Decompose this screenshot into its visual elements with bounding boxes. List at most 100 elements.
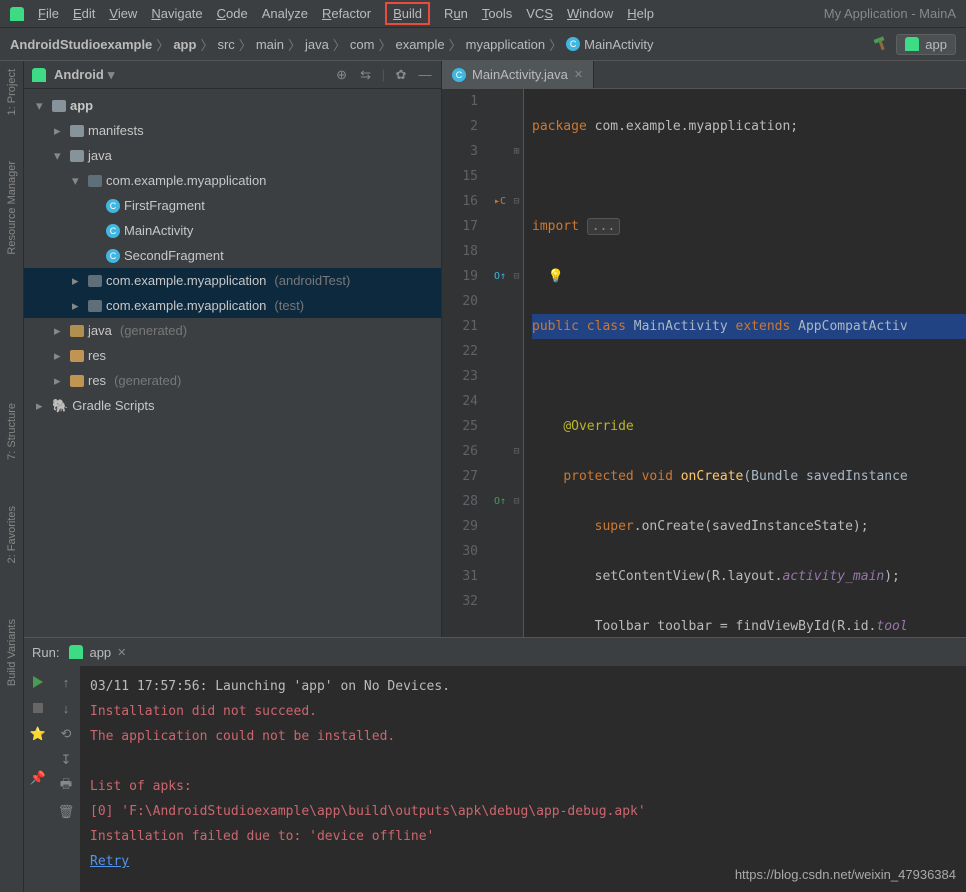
up-arrow-icon[interactable]: ↑ <box>56 672 76 692</box>
divider: | <box>382 67 385 82</box>
watermark: https://blog.csdn.net/weixin_47936384 <box>735 867 956 882</box>
tool-resource-manager[interactable]: Resource Manager <box>6 161 18 255</box>
tree-node-secondfragment[interactable]: C SecondFragment <box>24 243 441 268</box>
chevron-right-icon: 〉 <box>239 35 252 54</box>
tool-project[interactable]: 1: Project <box>6 69 18 115</box>
down-arrow-icon[interactable]: ↓ <box>56 698 76 718</box>
menu-navigate[interactable]: Navigate <box>151 6 202 21</box>
class-icon: C <box>452 68 466 82</box>
module-icon <box>52 100 66 112</box>
crumb-com[interactable]: com <box>350 37 375 52</box>
target-icon[interactable]: ⊕ <box>334 67 350 83</box>
chevron-right-icon: 〉 <box>378 35 391 54</box>
run-toolbar-secondary: ↑ ↓ ⟲ ↧ 🖶 🗑 <box>52 666 80 892</box>
menu-tools[interactable]: Tools <box>482 6 512 21</box>
console-line: 03/11 17:57:56: Launching 'app' on No De… <box>90 674 956 699</box>
soft-wrap-icon[interactable]: ⟲ <box>56 724 76 744</box>
tree-node-res[interactable]: ▸ res <box>24 343 441 368</box>
collapse-icon[interactable]: ⇆ <box>358 67 374 83</box>
minimize-icon[interactable]: — <box>417 67 433 83</box>
run-label: Run: <box>32 645 59 660</box>
folder-icon <box>70 125 84 137</box>
fold-icon[interactable]: ⊟ <box>510 489 523 514</box>
fold-icon[interactable]: ⊞ <box>510 139 523 164</box>
class-icon: C <box>106 249 120 263</box>
fold-icon[interactable]: ⊟ <box>510 439 523 464</box>
run-configuration-dropdown[interactable]: app <box>896 34 956 55</box>
retry-link[interactable]: Retry <box>90 854 129 869</box>
tree-node-app[interactable]: ▾ app <box>24 93 441 118</box>
tab-label: MainActivity.java <box>472 67 568 82</box>
expand-icon: ▾ <box>36 98 48 114</box>
console-line: [0] 'F:\AndroidStudioexample\app\build\o… <box>90 799 956 824</box>
fold-icon[interactable]: ⊟ <box>510 264 523 289</box>
expand-icon: ▸ <box>72 273 84 289</box>
crumb-example[interactable]: example <box>395 37 444 52</box>
pin-tab-icon[interactable]: 📌 <box>28 768 48 788</box>
app-title: My Application - MainA <box>824 6 956 21</box>
close-icon[interactable]: ✕ <box>574 68 583 81</box>
crumb-myapplication[interactable]: myapplication <box>466 37 546 52</box>
build-hammer-icon[interactable] <box>872 36 888 52</box>
menu-window[interactable]: Window <box>567 6 613 21</box>
menu-code[interactable]: Code <box>217 6 248 21</box>
override-marker-icon[interactable]: O↑ <box>490 264 510 289</box>
crumb-app[interactable]: app <box>173 37 196 52</box>
tree-node-mainactivity[interactable]: C MainActivity <box>24 218 441 243</box>
android-icon <box>905 37 919 51</box>
close-icon[interactable]: ✕ <box>117 646 126 659</box>
tree-node-pkg-test[interactable]: ▸ com.example.myapplication (test) <box>24 293 441 318</box>
scroll-to-end-icon[interactable]: ↧ <box>56 750 76 770</box>
expand-icon: ▸ <box>36 398 48 414</box>
expand-icon: ▸ <box>72 298 84 314</box>
menu-edit[interactable]: Edit <box>73 6 95 21</box>
run-tab-app[interactable]: app ✕ <box>69 645 126 660</box>
clear-icon[interactable]: 🗑 <box>56 802 76 822</box>
package-icon <box>88 175 102 187</box>
run-toolbar-primary: ⭐ 📌 <box>24 666 52 892</box>
crumb-java[interactable]: java <box>305 37 329 52</box>
menu-view[interactable]: View <box>109 6 137 21</box>
gear-icon[interactable]: ✿ <box>393 67 409 83</box>
tree-node-res-gen[interactable]: ▸ res (generated) <box>24 368 441 393</box>
tool-structure[interactable]: 7: Structure <box>6 403 18 460</box>
line-number-gutter: 123151617181920212223242526272829303132 <box>442 89 490 637</box>
code-text[interactable]: package com.example.myapplication; impor… <box>524 89 966 637</box>
tree-node-manifests[interactable]: ▸ manifests <box>24 118 441 143</box>
menu-build[interactable]: Build <box>385 2 430 25</box>
tree-node-gradle-scripts[interactable]: ▸ 🐘 Gradle Scripts <box>24 393 441 418</box>
stop-button[interactable] <box>28 698 48 718</box>
menu-refactor[interactable]: Refactor <box>322 6 371 21</box>
tool-favorites[interactable]: 2: Favorites <box>6 506 18 563</box>
pin-icon[interactable]: ⭐ <box>28 724 48 744</box>
override-marker-icon[interactable]: O↑ <box>490 489 510 514</box>
editor-tab-mainactivity[interactable]: C MainActivity.java ✕ <box>442 61 594 88</box>
menu-run[interactable]: Run <box>444 6 468 21</box>
lightbulb-icon[interactable]: 💡 <box>548 269 564 284</box>
crumb-main[interactable]: main <box>256 37 284 52</box>
tree-node-pkg-androidtest[interactable]: ▸ com.example.myapplication (androidTest… <box>24 268 441 293</box>
run-marker-icon[interactable]: ▸C <box>490 189 510 214</box>
fold-icon[interactable]: ⊟ <box>510 189 523 214</box>
tree-node-pkg1[interactable]: ▾ com.example.myapplication <box>24 168 441 193</box>
tree-node-java[interactable]: ▾ java <box>24 143 441 168</box>
code-editor[interactable]: 123151617181920212223242526272829303132 … <box>442 89 966 637</box>
console-output[interactable]: 03/11 17:57:56: Launching 'app' on No De… <box>80 666 966 892</box>
menu-help[interactable]: Help <box>627 6 654 21</box>
crumb-src[interactable]: src <box>217 37 234 52</box>
project-view-dropdown[interactable]: Android <box>54 67 114 83</box>
tree-node-java-gen[interactable]: ▸ java (generated) <box>24 318 441 343</box>
tool-build-variants[interactable]: Build Variants <box>6 619 18 686</box>
menu-analyze[interactable]: Analyze <box>262 6 308 21</box>
expand-icon: ▸ <box>54 123 66 139</box>
chevron-right-icon: 〉 <box>200 35 213 54</box>
menu-vcs[interactable]: VCS <box>526 6 553 21</box>
tree-node-firstfragment[interactable]: C FirstFragment <box>24 193 441 218</box>
print-icon[interactable]: 🖶 <box>56 776 76 796</box>
crumb-mainactivity[interactable]: MainActivity <box>584 37 653 52</box>
project-tool-window: Android ⊕ ⇆ | ✿ — ▾ app ▸ <box>24 61 442 637</box>
crumb-root[interactable]: AndroidStudioexample <box>10 37 152 52</box>
menu-file[interactable]: File <box>38 6 59 21</box>
rerun-button[interactable] <box>28 672 48 692</box>
left-tool-gutter: 1: Project Resource Manager 7: Structure… <box>0 61 24 892</box>
